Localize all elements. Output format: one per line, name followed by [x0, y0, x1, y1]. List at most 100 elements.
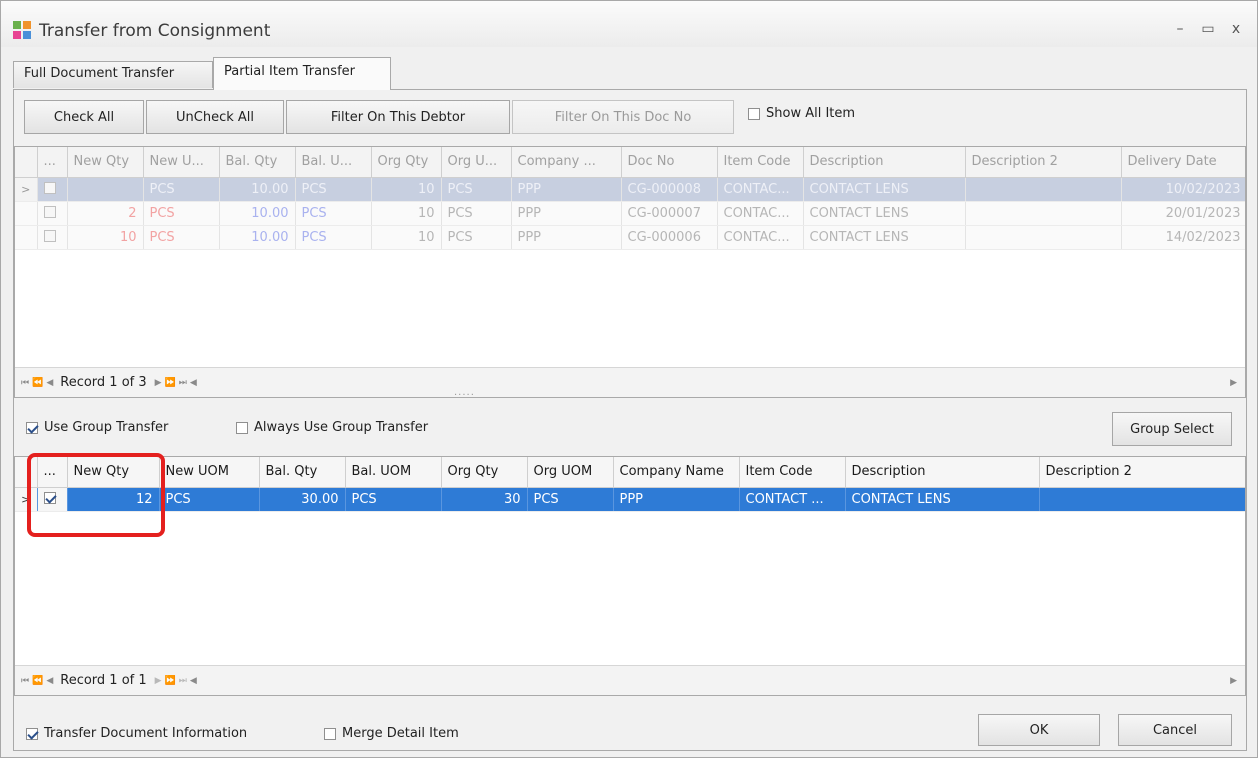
scroll-left-icon[interactable]: ◀ [190, 378, 197, 388]
column-header[interactable]: ... [37, 457, 68, 488]
tab-full-document-transfer[interactable]: Full Document Transfer [13, 61, 213, 88]
last-record-icon[interactable]: ⏭ [179, 378, 187, 388]
uncheck-all-button[interactable]: UnCheck All [146, 100, 284, 134]
column-header[interactable]: Description [845, 457, 1040, 488]
group-select-button[interactable]: Group Select [1112, 412, 1232, 446]
table-row[interactable]: 10 PCS 10.00 PCS 10 PCS PPP CG-000006 CO… [15, 225, 1245, 250]
checkbox-icon [748, 107, 760, 120]
merge-detail-item-checkbox[interactable]: Merge Detail Item [324, 726, 459, 741]
column-header[interactable]: Bal. UOM [345, 457, 442, 488]
item-code-cell: CONTAC... [717, 225, 804, 250]
item-code-cell: CONTAC... [717, 177, 804, 202]
filter-on-doc-no-button: Filter On This Doc No [512, 100, 734, 134]
close-button[interactable]: x [1225, 21, 1247, 37]
column-header[interactable]: New Qty [67, 147, 144, 178]
minimize-button[interactable]: – [1169, 21, 1191, 37]
column-header[interactable]: Org UOM [527, 457, 614, 488]
column-header[interactable]: Description 2 [1039, 457, 1245, 488]
column-header[interactable]: Org Qty [371, 147, 442, 178]
first-record-icon[interactable]: ⏮ [21, 676, 29, 686]
row-indicator-icon: > [15, 487, 38, 512]
show-all-item-checkbox[interactable]: Show All Item [748, 106, 855, 121]
item-code-cell: CONTAC... [717, 201, 804, 226]
transfer-document-info-checkbox[interactable]: Transfer Document Information [26, 726, 247, 741]
table-row[interactable]: 2 PCS 10.00 PCS 10 PCS PPP CG-000007 CON… [15, 201, 1245, 226]
table-row[interactable]: > 12 PCS 30.00 PCS 30 PCS PPP CONTACT ..… [15, 487, 1245, 512]
row-checkbox[interactable] [37, 201, 68, 226]
company-cell: PPP [511, 225, 622, 250]
prev-record-icon[interactable]: ◀ [46, 676, 53, 686]
next-page-icon[interactable]: ⏩ [165, 378, 176, 388]
org-qty-cell: 10 [371, 225, 442, 250]
check-all-button[interactable]: Check All [24, 100, 144, 134]
first-record-icon[interactable]: ⏮ [21, 378, 29, 388]
tab-partial-item-transfer[interactable]: Partial Item Transfer [213, 57, 391, 90]
scroll-right-icon[interactable]: ▶ [1230, 378, 1237, 388]
row-checkbox[interactable] [37, 225, 68, 250]
cancel-button[interactable]: Cancel [1118, 714, 1232, 746]
column-header[interactable]: Org U... [441, 147, 512, 178]
ok-button[interactable]: OK [978, 714, 1100, 746]
scroll-right-icon[interactable]: ▶ [1230, 676, 1237, 686]
column-header[interactable]: ... [37, 147, 68, 178]
company-cell: PPP [511, 201, 622, 226]
transfer-dialog: Transfer from Consignment – ▭ x Full Doc… [0, 0, 1258, 758]
column-header[interactable]: New U... [143, 147, 220, 178]
column-header[interactable]: Item Code [739, 457, 846, 488]
next-record-icon[interactable]: ▶ [155, 676, 162, 686]
column-header[interactable]: Bal. Qty [219, 147, 296, 178]
new-uom-cell[interactable]: PCS [159, 487, 260, 512]
column-header[interactable]: Description [803, 147, 966, 178]
row-checkbox[interactable] [37, 177, 68, 202]
prev-page-icon[interactable]: ⏪ [32, 676, 43, 686]
app-icon [13, 21, 31, 39]
column-header[interactable]: Doc No [621, 147, 718, 178]
scroll-left-icon[interactable]: ◀ [190, 676, 197, 686]
column-header[interactable]: New UOM [159, 457, 260, 488]
checkbox-icon [236, 421, 248, 434]
new-qty-cell[interactable]: 12 [67, 487, 160, 512]
prev-record-icon[interactable]: ◀ [46, 378, 53, 388]
new-qty-cell[interactable]: 2 [67, 201, 144, 226]
row-indicator-header [15, 147, 38, 178]
bal-qty-cell: 10.00 [219, 177, 296, 202]
always-use-group-transfer-checkbox[interactable]: Always Use Group Transfer [236, 420, 428, 435]
table-row[interactable]: > PCS 10.00 PCS 10 PCS PPP CG-000008 CON… [15, 177, 1245, 202]
checkbox-icon [324, 727, 336, 740]
column-header[interactable]: Delivery Date [1121, 147, 1245, 178]
bal-uom-cell: PCS [295, 177, 372, 202]
column-header[interactable]: Item Code [717, 147, 804, 178]
new-uom-cell[interactable]: PCS [143, 177, 220, 202]
filter-on-debtor-button[interactable]: Filter On This Debtor [286, 100, 510, 134]
new-uom-cell[interactable]: PCS [143, 201, 220, 226]
column-header[interactable]: New Qty [67, 457, 160, 488]
org-uom-cell: PCS [441, 225, 512, 250]
title-bar: Transfer from Consignment – ▭ x [1, 1, 1257, 47]
column-header[interactable]: Bal. Qty [259, 457, 346, 488]
column-header[interactable]: Bal. U... [295, 147, 372, 178]
row-checkbox[interactable] [37, 487, 68, 512]
next-page-icon[interactable]: ⏩ [165, 676, 176, 686]
description2-cell [965, 225, 1122, 250]
column-header[interactable]: Org Qty [441, 457, 528, 488]
checkbox-checked-icon [26, 421, 38, 434]
doc-no-cell: CG-000006 [621, 225, 718, 250]
bal-uom-cell: PCS [345, 487, 442, 512]
prev-page-icon[interactable]: ⏪ [32, 378, 43, 388]
new-qty-cell[interactable] [67, 177, 144, 202]
next-record-icon[interactable]: ▶ [155, 378, 162, 388]
use-group-transfer-checkbox[interactable]: Use Group Transfer [26, 420, 168, 435]
column-header[interactable]: Company ... [511, 147, 622, 178]
splitter-handle[interactable]: ····· [454, 390, 475, 401]
column-header[interactable]: Company Name [613, 457, 740, 488]
group-items-table: ... New Qty New UOM Bal. Qty Bal. UOM Or… [15, 457, 1245, 512]
new-uom-cell[interactable]: PCS [143, 225, 220, 250]
use-group-transfer-label: Use Group Transfer [44, 420, 169, 435]
window-title: Transfer from Consignment [39, 21, 271, 41]
description2-cell [965, 201, 1122, 226]
column-header[interactable]: Description 2 [965, 147, 1122, 178]
maximize-button[interactable]: ▭ [1197, 21, 1219, 37]
last-record-icon[interactable]: ⏭ [179, 676, 187, 686]
new-qty-cell[interactable]: 10 [67, 225, 144, 250]
row-indicator-header [15, 457, 38, 488]
